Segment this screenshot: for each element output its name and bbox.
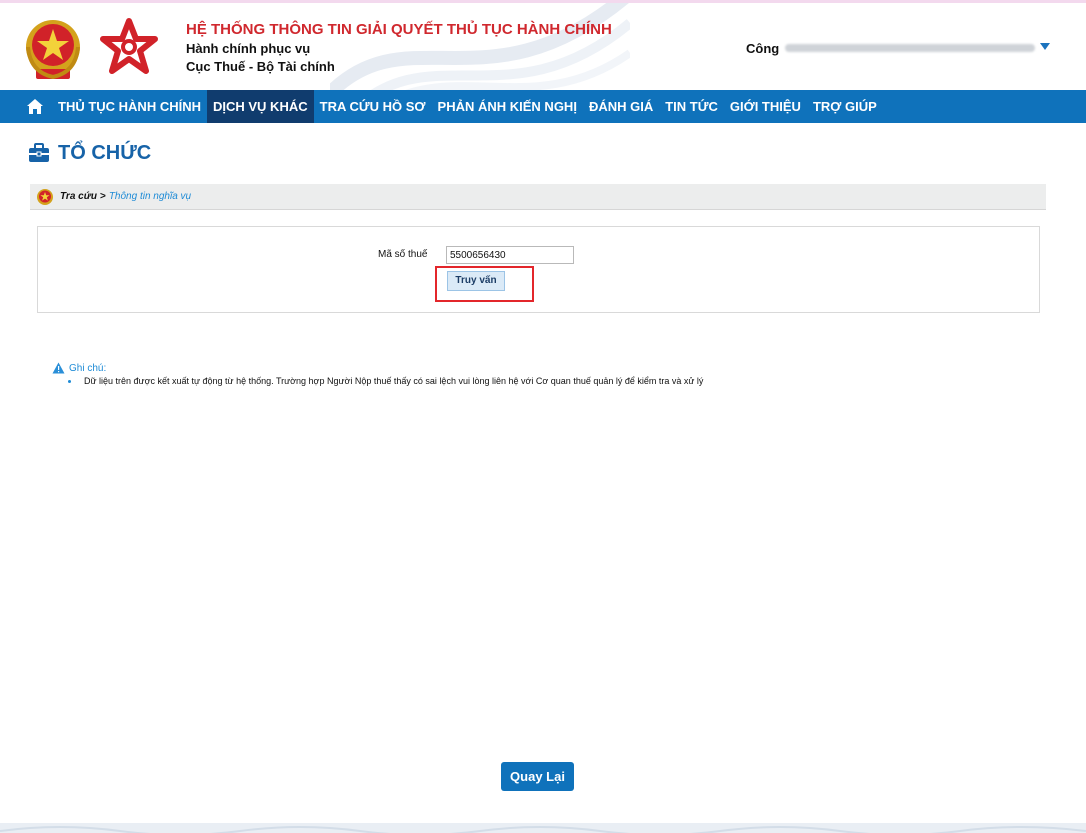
site-header: HỆ THỐNG THÔNG TIN GIẢI QUYẾT THỦ TỤC HÀ… <box>0 3 1086 90</box>
star-logo-icon <box>100 18 158 74</box>
nav-item[interactable]: TRA CỨU HỒ SƠ <box>314 90 432 123</box>
breadcrumb-home-link[interactable]: Tra cứu <box>60 191 97 202</box>
header-decoration <box>330 3 630 90</box>
nav-home[interactable] <box>20 90 50 123</box>
note-item: Dữ liệu trên được kết xuất tự động từ hệ… <box>68 376 703 386</box>
briefcase-icon <box>29 143 49 162</box>
nav-item[interactable]: TIN TỨC <box>659 90 724 123</box>
nav-item[interactable]: DỊCH VỤ KHÁC <box>207 90 314 123</box>
tax-code-input[interactable] <box>446 246 574 264</box>
system-subtitle: Hành chính phục vụ <box>186 41 311 56</box>
redacted-user-name <box>785 44 1036 52</box>
national-emblem-icon <box>37 188 53 205</box>
nav-menu: THỦ TỤC HÀNH CHÍNH DỊCH VỤ KHÁC TRA CỨU HỒ… <box>52 90 883 123</box>
breadcrumb-separator: > <box>99 191 106 202</box>
tax-code-label: Mã số thuế <box>378 249 428 260</box>
agency-name: Cục Thuế - Bộ Tài chính <box>186 59 335 74</box>
highlight-annotation <box>435 266 534 302</box>
search-form: Mã số thuế Truy vấn <box>37 226 1040 313</box>
national-emblem-icon <box>26 20 80 80</box>
system-title: HỆ THỐNG THÔNG TIN GIẢI QUYẾT THỦ TỤC HÀ… <box>186 21 612 38</box>
breadcrumb: Tra cứu > Thông tin nghĩa vụ <box>30 184 1046 210</box>
page-heading: TỔ CHỨC <box>28 140 151 166</box>
user-menu[interactable]: Công <box>746 39 1036 57</box>
chevron-down-icon[interactable] <box>1040 43 1050 50</box>
breadcrumb-current[interactable]: Thông tin nghĩa vụ <box>109 191 191 202</box>
note-heading: Ghi chú: <box>52 362 106 374</box>
bullet-icon <box>68 380 71 383</box>
footer-decoration <box>0 823 1086 833</box>
back-button[interactable]: Quay Lại <box>501 762 574 791</box>
home-icon <box>27 99 43 114</box>
main-navbar: THỦ TỤC HÀNH CHÍNH DỊCH VỤ KHÁC TRA CỨU HỒ… <box>0 90 1086 123</box>
nav-item[interactable]: ĐÁNH GIÁ <box>583 90 659 123</box>
note-title: Ghi chú: <box>69 362 107 374</box>
nav-item[interactable]: PHẢN ÁNH KIẾN NGHỊ <box>432 90 583 123</box>
note-text: Dữ liệu trên được kết xuất tự động từ hệ… <box>84 376 704 386</box>
nav-item[interactable]: TRỢ GIÚP <box>807 90 883 123</box>
page-title: TỔ CHỨC <box>58 141 152 164</box>
nav-item[interactable]: THỦ TỤC HÀNH CHÍNH <box>52 90 207 123</box>
user-name: Công <box>746 40 780 56</box>
note-list: Dữ liệu trên được kết xuất tự động từ hệ… <box>68 376 703 386</box>
nav-item[interactable]: GIỚI THIỆU <box>724 90 807 123</box>
warning-icon <box>52 362 65 374</box>
